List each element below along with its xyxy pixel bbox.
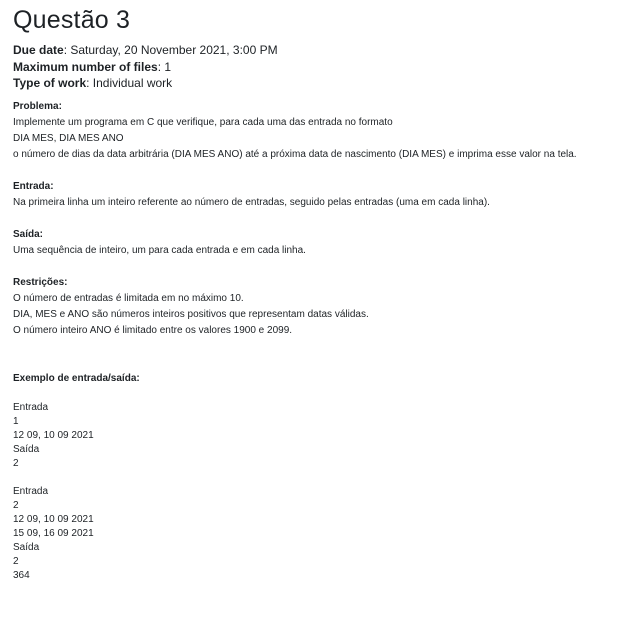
example-line: 1 (13, 415, 19, 427)
example-line: Entrada (13, 485, 49, 497)
max-files-label: Maximum number of files (13, 59, 158, 74)
max-files-row: Maximum number of files: 1 (13, 59, 623, 76)
problema-heading: Problema: (13, 100, 62, 112)
work-type-row: Type of work: Individual work (13, 75, 623, 92)
page-title: Questão 3 (13, 6, 131, 34)
due-date-value: : Saturday, 20 November 2021, 3:00 PM (63, 43, 278, 57)
example-line: 12 09, 10 09 2021 (13, 429, 94, 441)
saida-line: Uma sequência de inteiro, um para cada e… (13, 244, 306, 256)
work-type-label: Type of work (13, 76, 87, 90)
example-line: 364 (13, 569, 30, 581)
restricoes-line: O número de entradas é limitada em no má… (13, 292, 244, 304)
example-1: Entrada 1 12 09, 10 09 2021 Saída 2 (13, 401, 623, 471)
example-line: 2 (13, 499, 19, 511)
problema-line: DIA MES, DIA MES ANO (13, 132, 124, 144)
example-line: Saída (13, 443, 40, 455)
example-line: Entrada (13, 401, 49, 413)
example-line: 2 (13, 555, 19, 567)
problema-line: o número de dias da data arbitrária (DIA… (13, 148, 577, 160)
example-line: 2 (13, 457, 19, 469)
example-2: Entrada 2 12 09, 10 09 2021 15 09, 16 09… (13, 485, 623, 583)
assignment-meta: Due date: Saturday, 20 November 2021, 3:… (13, 42, 623, 92)
exemplo-heading: Exemplo de entrada/saída: (13, 372, 140, 384)
due-date-row: Due date: Saturday, 20 November 2021, 3:… (13, 42, 623, 59)
due-date-label: Due date (13, 43, 64, 57)
work-type-value: : Individual work (86, 76, 173, 90)
restricoes-line: DIA, MES e ANO são números inteiros posi… (13, 308, 369, 320)
example-line: 12 09, 10 09 2021 (13, 513, 94, 525)
max-files-value: : 1 (157, 59, 172, 74)
saida-heading: Saída: (13, 228, 44, 240)
entrada-line: Na primeira linha um inteiro referente a… (13, 196, 490, 208)
example-line: Saída (13, 541, 40, 553)
example-block: Entrada 1 12 09, 10 09 2021 Saída 2 Entr… (13, 387, 623, 583)
restricoes-line: O número inteiro ANO é limitado entre os… (13, 324, 293, 336)
problema-line: Implemente um programa em C que verifiqu… (13, 116, 393, 128)
entrada-heading: Entrada: (13, 180, 54, 192)
assignment-page: Questão 3 Due date: Saturday, 20 Novembe… (13, 4, 623, 583)
example-line: 15 09, 16 09 2021 (13, 527, 94, 539)
assignment-description: Problema: Implemente um programa em C qu… (13, 99, 623, 387)
restricoes-heading: Restrições: (13, 276, 68, 288)
